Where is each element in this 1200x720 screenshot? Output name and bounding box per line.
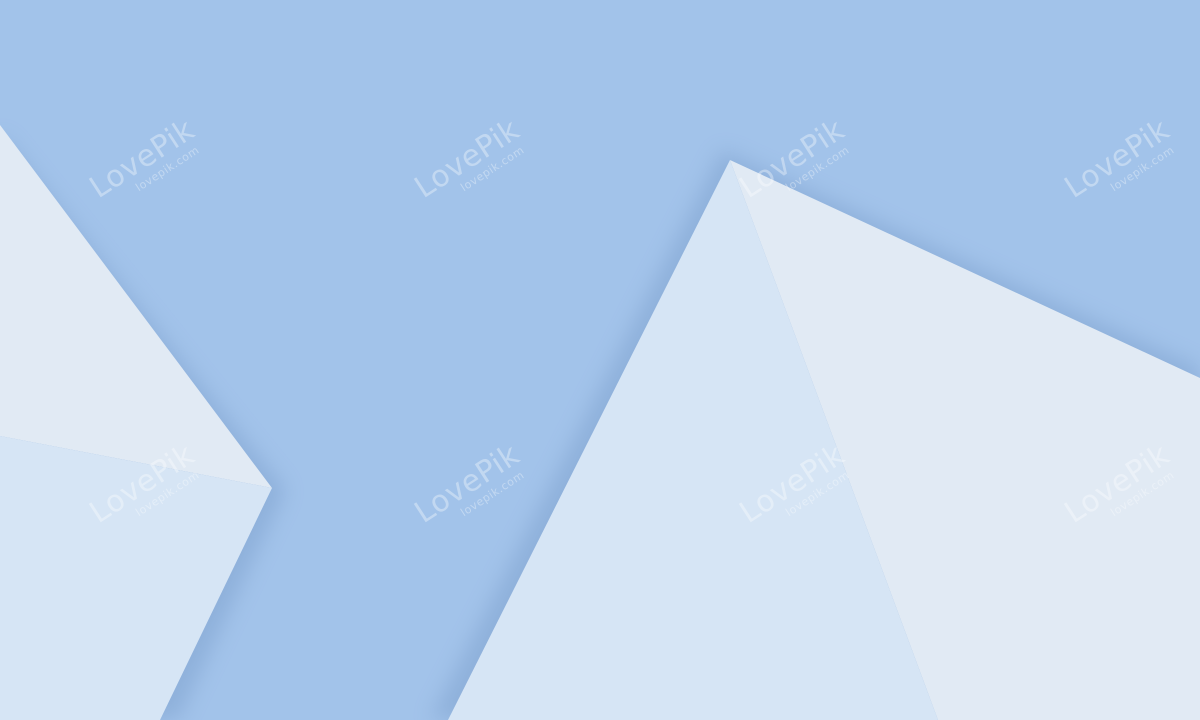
geometric-background: [0, 0, 1200, 720]
background-canvas: LovePik lovepik.com LovePik lovepik.com …: [0, 0, 1200, 720]
